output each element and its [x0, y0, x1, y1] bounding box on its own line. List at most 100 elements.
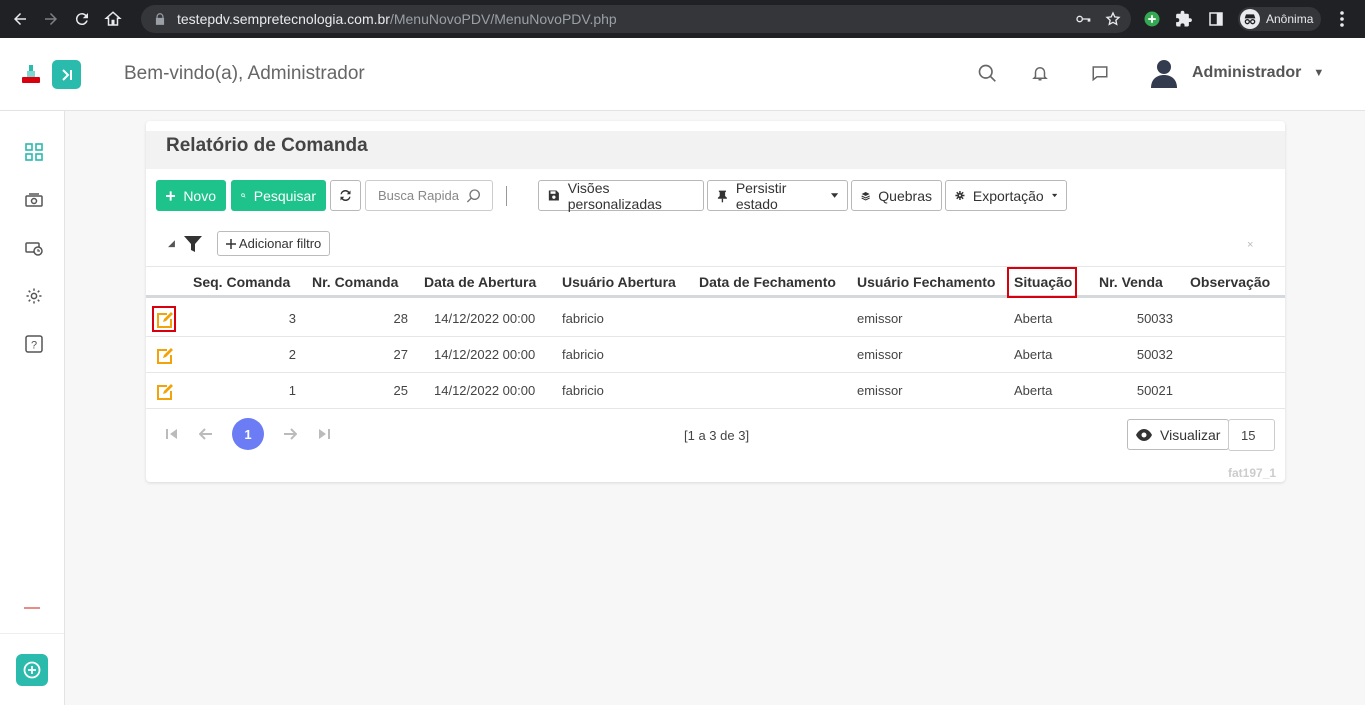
first-page-icon[interactable] — [164, 426, 180, 442]
cell-usuario-fechamento: emissor — [857, 347, 903, 362]
visualizar-button[interactable]: Visualizar — [1127, 419, 1230, 450]
col-nr-venda[interactable]: Nr. Venda — [1099, 274, 1163, 290]
app-header: Bem-vindo(a), Administrador Administrado… — [0, 38, 1365, 111]
version-label: fat197_1 — [1228, 466, 1277, 480]
col-data-fechamento[interactable]: Data de Fechamento — [699, 274, 836, 290]
exportacao-button[interactable]: Exportação — [945, 180, 1067, 211]
cell-nr-venda: 50033 — [1136, 311, 1173, 326]
plus-icon — [166, 190, 176, 201]
visoes-label: Visões personalizadas — [567, 179, 662, 212]
cell-usuario-abertura: fabricio — [562, 311, 604, 326]
profile-label: Anônima — [1266, 12, 1314, 26]
chat-icon[interactable] — [1089, 62, 1111, 84]
cell-nr-venda: 50032 — [1136, 347, 1173, 362]
col-data-abertura[interactable]: Data de Abertura — [424, 274, 536, 290]
refresh-button[interactable] — [330, 180, 361, 211]
prev-page-icon[interactable] — [198, 426, 214, 442]
reload-icon[interactable] — [71, 8, 93, 30]
incognito-profile[interactable]: Anônima — [1238, 7, 1322, 31]
last-page-icon[interactable] — [316, 426, 332, 442]
dashboard-icon[interactable] — [24, 142, 44, 162]
url-text: testepdv.sempretecnologia.com.br/MenuNov… — [177, 11, 617, 27]
bell-icon[interactable] — [1029, 62, 1051, 84]
col-usuario-abertura[interactable]: Usuário Abertura — [562, 274, 676, 290]
collapse-triangle-icon[interactable]: ◢ — [168, 238, 175, 249]
lock-icon — [155, 13, 165, 25]
next-page-icon[interactable] — [282, 426, 298, 442]
col-situacao[interactable]: Situação — [1014, 274, 1072, 290]
table-row[interactable]: 3 28 14/12/2022 00:00 fabricio emissor A… — [146, 301, 1285, 337]
puzzle-icon[interactable] — [1174, 9, 1194, 29]
back-icon[interactable] — [9, 8, 31, 30]
toolbar-separator — [506, 186, 507, 206]
help-icon[interactable]: ? — [24, 334, 44, 354]
visoes-button[interactable]: Visões personalizadas — [538, 179, 704, 212]
sidebar-divider — [0, 633, 64, 634]
refresh-icon — [340, 189, 351, 202]
novo-button[interactable]: Novo — [156, 180, 226, 211]
eye-icon — [1136, 428, 1152, 441]
browser-menu-icon[interactable] — [1333, 9, 1351, 29]
cell-situacao: Aberta — [1014, 311, 1053, 326]
edit-icon[interactable] — [156, 310, 174, 328]
app-logo — [20, 64, 42, 86]
col-usuario-fechamento[interactable]: Usuário Fechamento — [857, 274, 995, 290]
add-button[interactable] — [16, 654, 48, 686]
search-icon[interactable] — [976, 62, 998, 84]
cash-flow-icon[interactable] — [24, 238, 44, 258]
cell-usuario-fechamento: emissor — [857, 383, 903, 398]
home-icon[interactable] — [102, 8, 124, 30]
filter-row: ◢ Adicionar filtro — [168, 231, 331, 256]
user-menu[interactable]: Administrador ▼ — [1150, 58, 1324, 88]
cell-situacao: Aberta — [1014, 347, 1053, 362]
gear-icon[interactable] — [24, 286, 44, 306]
caret-down-icon — [830, 193, 838, 198]
table-row[interactable]: 1 25 14/12/2022 00:00 fabricio emissor A… — [146, 373, 1285, 409]
cell-nr: 27 — [393, 347, 408, 362]
novo-label: Novo — [183, 187, 216, 204]
col-seq-comanda[interactable]: Seq. Comanda — [193, 274, 290, 290]
key-icon[interactable] — [1075, 11, 1091, 27]
page-size-input[interactable]: 15 — [1228, 419, 1275, 451]
sidepanel-icon[interactable] — [1206, 9, 1226, 29]
persistir-button[interactable]: Persistir estado — [707, 180, 848, 212]
quebras-label: Quebras — [878, 187, 932, 204]
cell-usuario-abertura: fabricio — [562, 347, 604, 362]
address-bar[interactable]: testepdv.sempretecnologia.com.br/MenuNov… — [141, 5, 1131, 33]
search-icon — [241, 193, 246, 198]
edit-icon[interactable] — [156, 382, 174, 400]
pagination: 1 — [164, 418, 350, 450]
svg-text:?: ? — [31, 340, 37, 352]
cell-data-abertura: 14/12/2022 00:00 — [434, 347, 536, 362]
pesquisar-label: Pesquisar — [253, 187, 316, 204]
browser-toolbar: testepdv.sempretecnologia.com.br/MenuNov… — [0, 0, 1365, 38]
cash-register-icon[interactable] — [24, 190, 44, 210]
sidebar-toggle-button[interactable] — [52, 60, 81, 89]
quebras-button[interactable]: Quebras — [851, 180, 942, 211]
cell-usuario-fechamento: emissor — [857, 311, 903, 326]
incognito-icon — [1240, 9, 1260, 29]
extension-plus-icon[interactable] — [1142, 9, 1162, 29]
add-filter-button[interactable]: Adicionar filtro — [216, 231, 331, 256]
cell-situacao: Aberta — [1014, 383, 1053, 398]
table-header: Seq. Comanda Nr. Comanda Data de Abertur… — [146, 266, 1285, 298]
col-observacao[interactable]: Observação — [1190, 274, 1270, 290]
col-nr-comanda[interactable]: Nr. Comanda — [312, 274, 398, 290]
filter-icon[interactable] — [183, 234, 203, 254]
edit-icon[interactable] — [156, 346, 174, 364]
cell-usuario-abertura: fabricio — [562, 383, 604, 398]
cell-data-abertura: 14/12/2022 00:00 — [434, 383, 536, 398]
quick-search-input[interactable]: Busca Rapida — [365, 180, 493, 211]
close-filter-icon[interactable]: × — [1247, 239, 1253, 251]
forward-icon[interactable] — [40, 8, 62, 30]
star-icon[interactable] — [1105, 11, 1121, 27]
search-icon[interactable] — [466, 188, 482, 204]
chevron-right-bar-icon — [61, 68, 72, 81]
visualizar-label: Visualizar — [1160, 426, 1221, 443]
pesquisar-button[interactable]: Pesquisar — [231, 180, 326, 211]
page-number-current[interactable]: 1 — [232, 418, 264, 450]
table-row[interactable]: 2 27 14/12/2022 00:00 fabricio emissor A… — [146, 337, 1285, 373]
add-filter-label: Adicionar filtro — [238, 236, 322, 251]
pin-icon — [717, 190, 727, 202]
welcome-text: Bem-vindo(a), Administrador — [124, 63, 365, 84]
